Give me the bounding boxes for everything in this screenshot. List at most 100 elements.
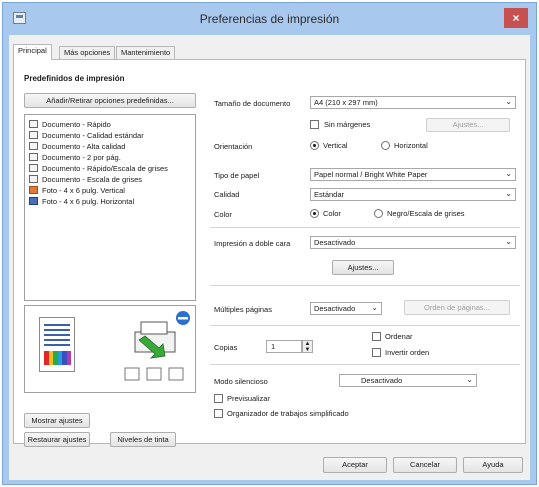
divider [210,285,520,286]
duplex-select[interactable]: Desactivado ⌄ [310,236,516,249]
presets-list[interactable]: Documento - Rápido Documento - Calidad e… [24,114,196,301]
dialog-body: Principal Más opciones Mantenimiento Pre… [9,35,530,480]
copies-stepper[interactable]: 1 ▲ ▼ [266,340,313,353]
chevron-down-icon: ⌄ [505,237,512,246]
job-organizer-checkbox[interactable] [214,409,223,418]
orientation-horizontal-label: Horizontal [394,141,428,150]
doc-size-select[interactable]: A4 (210 x 297 mm) ⌄ [310,96,516,109]
list-item[interactable]: Foto - 4 x 6 pulg. Horizontal [29,197,134,208]
cancel-button[interactable]: Cancelar [393,457,457,473]
tab-mantenimiento[interactable]: Mantenimiento [116,46,176,59]
tab-mas-opciones[interactable]: Más opciones [59,46,116,59]
show-settings-button[interactable]: Mostrar ajustes [24,413,90,428]
grayscale-radio-label: Negro/Escala de grises [387,209,465,218]
list-item-label: Documento - Alta calidad [42,142,126,151]
paper-type-value: Papel normal / Bright White Paper [314,170,428,179]
doc-size-value: A4 (210 x 297 mm) [314,98,378,107]
document-icon [29,164,38,172]
collate-label: Ordenar [385,332,413,341]
multipage-value: Desactivado [314,304,356,313]
multipage-select[interactable]: Desactivado ⌄ [310,302,382,315]
color-radio[interactable] [310,209,319,218]
copies-label: Copias [214,343,238,352]
help-button[interactable]: Ayuda [463,457,523,473]
add-remove-presets-button[interactable]: Añadir/Retirar opciones predefinidas... [24,93,196,108]
reverse-order-label: Invertir orden [385,348,430,357]
color-radio-label: Color [323,209,341,218]
paper-preview [39,317,75,372]
chevron-down-icon: ⌄ [505,169,512,178]
title-bar[interactable]: Preferencias de impresión × [3,3,536,35]
list-item[interactable]: Documento - Rápido/Escala de grises [29,164,168,175]
quiet-mode-select[interactable]: Desactivado ⌄ [339,374,477,387]
orientation-vertical-label: Vertical [323,141,348,150]
list-item-label: Foto - 4 x 6 pulg. Vertical [42,186,125,195]
print-preview-area [24,305,196,393]
reverse-order-checkbox[interactable] [372,348,381,357]
document-icon [29,153,38,161]
list-item-label: Foto - 4 x 6 pulg. Horizontal [42,197,135,206]
close-button[interactable]: × [504,8,528,28]
orientation-vertical-radio[interactable] [310,141,319,150]
list-item-label: Documento - 2 por pág. [42,153,121,162]
printer-icon [124,311,190,381]
color-bars [44,351,71,365]
page-order-button[interactable]: Orden de páginas... [404,300,510,315]
orientation-label: Orientación [214,142,253,151]
photo-icon [29,186,38,194]
chevron-down-icon: ⌄ [466,375,473,384]
list-item[interactable]: Documento - 2 por pág. [29,153,121,164]
list-item[interactable]: Documento - Calidad estándar [29,131,144,142]
list-item-label: Documento - Calidad estándar [42,131,144,140]
list-item[interactable]: Documento - Escala de grises [29,175,142,186]
document-icon [29,175,38,183]
document-icon [29,142,38,150]
preview-label: Previsualizar [227,394,270,403]
quiet-mode-label: Modo silencioso [214,377,268,386]
list-item[interactable]: Foto - 4 x 6 pulg. Vertical [29,186,125,197]
list-item-label: Documento - Rápido [42,120,111,129]
duplex-label: Impresión a doble cara [214,239,291,248]
window-title: Preferencias de impresión [199,12,340,26]
document-icon [29,120,38,128]
list-item-label: Documento - Escala de grises [42,175,143,184]
duplex-settings-button[interactable]: Ajustes... [332,260,394,275]
orientation-horizontal-radio[interactable] [381,141,390,150]
stepper-arrows-icon[interactable]: ▲ ▼ [302,340,313,353]
color-label: Color [214,210,232,219]
borderless-settings-button[interactable]: Ajustes... [426,118,510,132]
preview-checkbox[interactable] [214,394,223,403]
job-organizer-label: Organizador de trabajos simplificado [227,409,349,418]
divider [210,364,520,365]
ink-levels-button[interactable]: Niveles de tinta [110,432,176,447]
principal-panel: Predefinidos de impresión Añadir/Retirar… [13,59,526,447]
list-item[interactable]: Documento - Alta calidad [29,142,125,153]
copies-value: 1 [271,342,276,351]
chevron-down-icon: ⌄ [371,303,378,312]
print-preferences-window: Preferencias de impresión × Principal Má… [2,2,537,485]
paper-type-select[interactable]: Papel normal / Bright White Paper ⌄ [310,168,516,181]
duplex-value: Desactivado [314,238,356,247]
chevron-down-icon: ⌄ [505,97,512,106]
list-item-label: Documento - Rápido/Escala de grises [42,164,168,173]
ok-button[interactable]: Aceptar [323,457,387,473]
borderless-label: Sin márgenes [324,120,371,129]
chevron-down-icon: ⌄ [505,189,512,198]
quality-value: Estándar [314,190,345,199]
reset-settings-button[interactable]: Restaurar ajustes [24,432,90,447]
tab-principal[interactable]: Principal [13,44,52,60]
grayscale-radio[interactable] [374,209,383,218]
quiet-mode-value: Desactivado [361,376,403,385]
quality-label: Calidad [214,190,240,199]
list-item[interactable]: Documento - Rápido [29,120,111,131]
divider [210,227,520,228]
divider [210,325,520,326]
photo-icon [29,197,38,205]
borderless-checkbox[interactable] [310,120,319,129]
presets-title: Predefinidos de impresión [24,74,125,83]
doc-size-label: Tamaño de documento [214,99,291,108]
quality-select[interactable]: Estándar ⌄ [310,188,516,201]
multipage-label: Múltiples páginas [214,305,272,314]
collate-checkbox[interactable] [372,332,381,341]
paper-type-label: Tipo de papel [214,171,260,180]
